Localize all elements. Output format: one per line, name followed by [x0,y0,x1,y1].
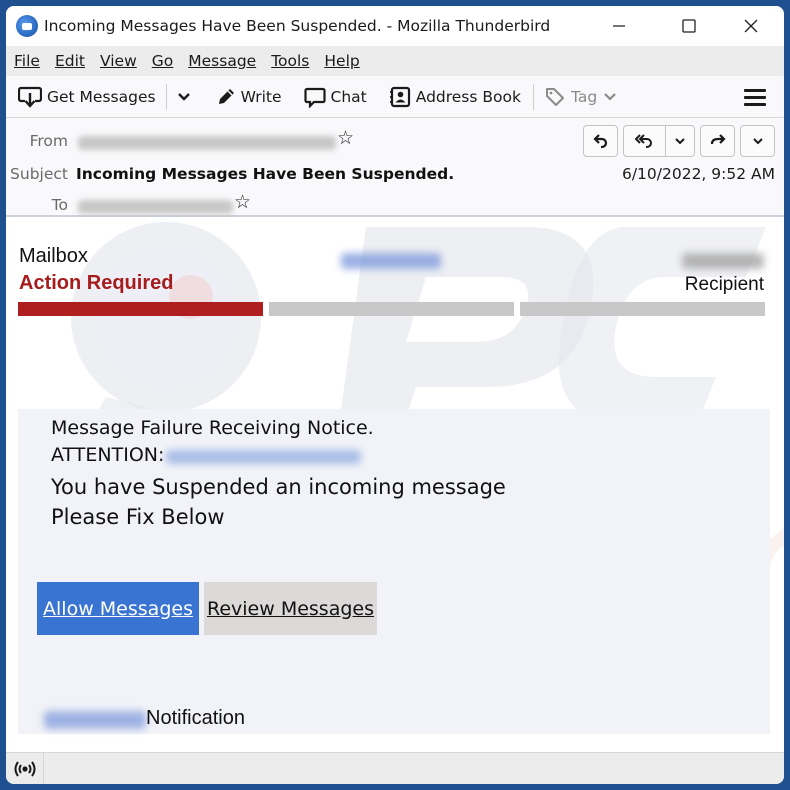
write-label: Write [240,87,282,106]
menu-go[interactable]: Go [152,52,174,70]
reply-all-split-button [623,125,695,157]
get-messages-dropdown[interactable] [171,81,202,113]
get-messages-icon [18,86,42,108]
hamburger-line [744,88,766,92]
suspended-message-text: You have Suspended an incoming message [51,475,506,499]
thunderbird-logo-icon [16,15,38,37]
address-book-icon [389,86,410,107]
menu-file[interactable]: File [14,52,40,70]
maximize-icon [682,19,696,33]
chat-bubble-icon [303,87,326,108]
footer-domain-redacted[interactable] [44,711,146,729]
app-menu-button[interactable] [744,84,766,110]
footer-notification-text: Notification [146,707,245,729]
menu-help-label: Help [324,52,360,70]
title-bar: Incoming Messages Have Been Suspended. -… [6,6,784,46]
maximize-button[interactable] [666,6,712,46]
reply-all-dropdown[interactable] [666,126,694,156]
message-date: 6/10/2022, 9:52 AM [621,165,775,183]
notice-panel: Message Failure Receiving Notice. ATTENT… [18,409,770,734]
status-bar [6,752,784,784]
action-required-label: Action Required [19,272,174,294]
menu-message-label: Message [188,52,257,70]
message-header: From ☆ Subject Incoming Messages Have Be… [6,119,784,217]
main-toolbar: Get Messages Write Chat Address Book Tag [6,76,784,118]
menu-edit[interactable]: Edit [55,52,85,70]
hamburger-line [744,102,766,106]
attention-email-redacted[interactable] [166,450,361,464]
address-book-button[interactable]: Address Book [383,81,527,113]
reply-button[interactable] [583,125,618,157]
close-button[interactable] [728,6,774,46]
get-messages-label: Get Messages [47,87,156,106]
mailbox-heading: Mailbox [19,245,88,267]
message-body: risk.com Mailbox Action Required Recipie… [6,217,784,752]
thunderbird-window: Incoming Messages Have Been Suspended. -… [6,6,784,784]
tag-button[interactable]: Tag [538,81,628,113]
chevron-down-icon [675,138,685,145]
menu-view[interactable]: View [100,52,137,70]
address-book-label: Address Book [415,87,521,106]
subject-value: Incoming Messages Have Been Suspended. [76,165,455,183]
allow-messages-button[interactable]: Allow Messages [37,582,199,635]
notice-heading: Message Failure Receiving Notice. [51,417,374,439]
forward-arrow-icon [710,134,726,145]
menu-file-label: File [14,52,40,70]
more-actions-button[interactable] [740,125,775,157]
menu-tools[interactable]: Tools [271,52,309,70]
minimize-button[interactable] [596,6,642,46]
chat-label: Chat [330,87,367,106]
pencil-icon [218,88,234,104]
hamburger-line [744,95,766,99]
star-icon[interactable]: ☆ [234,191,251,213]
chevron-down-icon [752,138,763,145]
toolbar-separator [532,83,534,110]
menu-view-label: View [99,52,137,70]
to-value-redacted[interactable] [78,200,233,214]
close-icon [744,19,758,33]
menu-message[interactable]: Message [188,52,256,70]
menu-help[interactable]: Help [324,52,359,70]
sender-domain-redacted[interactable] [341,253,441,269]
tag-label: Tag [570,87,598,106]
progress-step-2 [269,302,514,316]
star-icon[interactable]: ☆ [337,127,354,149]
from-label: From [29,132,68,150]
menu-tools-label: Tools [271,52,310,70]
review-messages-button[interactable]: Review Messages [204,582,377,635]
minimize-icon [613,25,625,27]
header-action-buttons [583,125,775,157]
write-button[interactable]: Write [210,81,288,113]
to-label: To [51,196,68,214]
status-progress-bar [18,302,765,316]
reply-icon [592,134,607,149]
activity-broadcast-icon [14,760,35,777]
attention-label: ATTENTION: [51,444,165,466]
reply-all-icon [634,134,652,148]
activity-button[interactable] [6,752,44,784]
chevron-down-icon [177,92,190,101]
recipient-username-redacted [682,253,764,269]
progress-step-3 [520,302,765,316]
toolbar-separator [165,83,167,110]
menu-bar: File Edit View Go Message Tools Help [6,46,784,76]
reply-all-button[interactable] [624,126,667,156]
chevron-down-icon [604,92,616,101]
window-title: Incoming Messages Have Been Suspended. -… [44,17,551,35]
recipient-label: Recipient [684,274,764,295]
subject-label: Subject [10,165,68,183]
forward-button[interactable] [700,125,735,157]
menu-edit-label: Edit [54,52,85,70]
from-value-redacted[interactable] [78,136,336,150]
get-messages-button[interactable]: Get Messages [12,81,162,113]
tag-icon [545,87,564,106]
menu-go-label: Go [151,52,174,70]
fix-below-text: Please Fix Below [51,505,225,529]
chat-button[interactable]: Chat [298,81,373,113]
progress-step-1 [18,302,263,316]
